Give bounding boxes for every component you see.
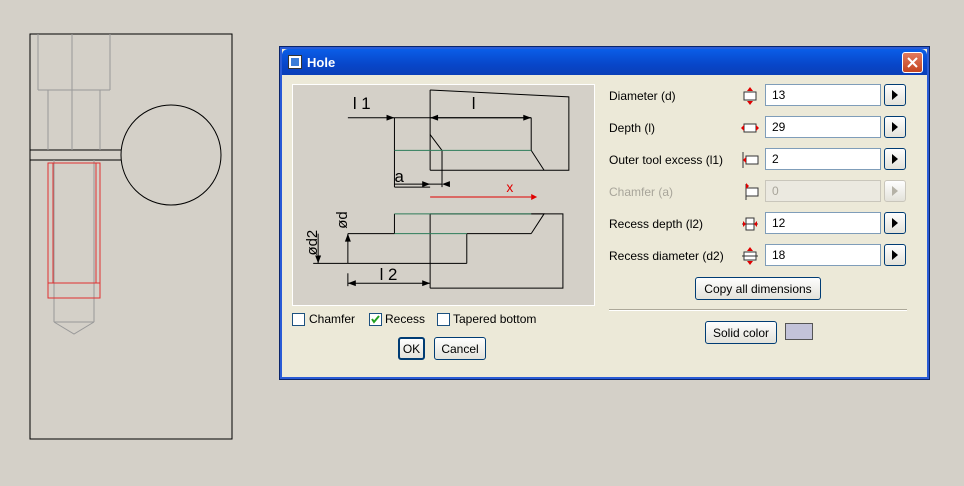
close-icon bbox=[907, 57, 918, 68]
separator bbox=[609, 309, 907, 311]
recess-depth-arrow-button[interactable] bbox=[884, 212, 906, 234]
hole-preview-diagram: l 1 l a x l 2 ød ød2 bbox=[292, 84, 595, 306]
depth-dimension-icon bbox=[741, 123, 759, 133]
label-l1: l 1 bbox=[353, 94, 371, 113]
copy-all-dimensions-button[interactable]: Copy all dimensions bbox=[695, 277, 821, 300]
recess-depth-icon bbox=[742, 217, 758, 231]
lower-hole-lines bbox=[53, 160, 95, 335]
diameter-input[interactable]: 13 bbox=[765, 84, 881, 106]
part-outline bbox=[29, 33, 233, 440]
arrow-right-icon bbox=[892, 186, 898, 196]
label-x: x bbox=[506, 179, 513, 195]
recess-diameter-icon bbox=[742, 247, 758, 265]
arrow-right-icon bbox=[892, 250, 898, 260]
outer-tool-excess-icon bbox=[742, 152, 759, 168]
outer-tool-excess-input[interactable]: 2 bbox=[765, 148, 881, 170]
arrow-right-icon bbox=[892, 218, 898, 228]
outer-tool-excess-label: Outer tool excess (l1) bbox=[609, 153, 724, 167]
recess-diameter-arrow-button[interactable] bbox=[884, 244, 906, 266]
chamfer-label: Chamfer (a) bbox=[609, 185, 674, 199]
diameter-arrow-button[interactable] bbox=[884, 84, 906, 106]
hole-dialog: Hole l 1 l a x l 2 ød ød2 Chamfer Recess… bbox=[279, 46, 930, 380]
recess-checkbox-label[interactable]: Recess bbox=[385, 312, 425, 326]
label-d: ød bbox=[335, 211, 351, 228]
close-button[interactable] bbox=[902, 52, 923, 73]
dialog-title: Hole bbox=[307, 55, 336, 70]
chamfer-checkbox[interactable] bbox=[292, 313, 305, 326]
solid-color-swatch[interactable] bbox=[785, 323, 813, 340]
recess-diameter-label: Recess diameter (d2) bbox=[609, 249, 724, 263]
label-l: l bbox=[472, 94, 476, 113]
chamfer-arrow-button[interactable] bbox=[884, 180, 906, 202]
chamfer-dimension-icon bbox=[745, 183, 759, 200]
depth-label: Depth (l) bbox=[609, 121, 656, 135]
label-d2: ød2 bbox=[305, 230, 321, 256]
tapered-bottom-checkbox-label[interactable]: Tapered bottom bbox=[453, 312, 536, 326]
label-a: a bbox=[394, 167, 404, 186]
cancel-button[interactable]: Cancel bbox=[434, 337, 486, 360]
outer-tool-excess-arrow-button[interactable] bbox=[884, 148, 906, 170]
arrow-right-icon bbox=[892, 122, 898, 132]
recess-diameter-input[interactable]: 18 bbox=[765, 244, 881, 266]
arrow-right-icon bbox=[892, 90, 898, 100]
tapered-bottom-checkbox[interactable] bbox=[437, 313, 450, 326]
diameter-label: Diameter (d) bbox=[609, 89, 676, 103]
dialog-icon bbox=[288, 55, 302, 69]
selected-hole-red bbox=[47, 162, 101, 299]
depth-input[interactable]: 29 bbox=[765, 116, 881, 138]
chamfer-input[interactable]: 0 bbox=[765, 180, 881, 202]
diameter-dimension-icon bbox=[743, 87, 757, 105]
recess-depth-label: Recess depth (l2) bbox=[609, 217, 704, 231]
label-l2: l 2 bbox=[380, 265, 398, 284]
upper-hole-lines bbox=[37, 34, 111, 150]
title-bar[interactable]: Hole bbox=[282, 49, 927, 75]
checkmark-icon bbox=[371, 315, 380, 324]
depth-arrow-button[interactable] bbox=[884, 116, 906, 138]
chamfer-checkbox-label[interactable]: Chamfer bbox=[309, 312, 355, 326]
recess-checkbox[interactable] bbox=[369, 313, 382, 326]
arrow-right-icon bbox=[892, 154, 898, 164]
recess-depth-input[interactable]: 12 bbox=[765, 212, 881, 234]
ok-button[interactable]: OK bbox=[398, 337, 425, 360]
solid-color-button[interactable]: Solid color bbox=[705, 321, 777, 344]
